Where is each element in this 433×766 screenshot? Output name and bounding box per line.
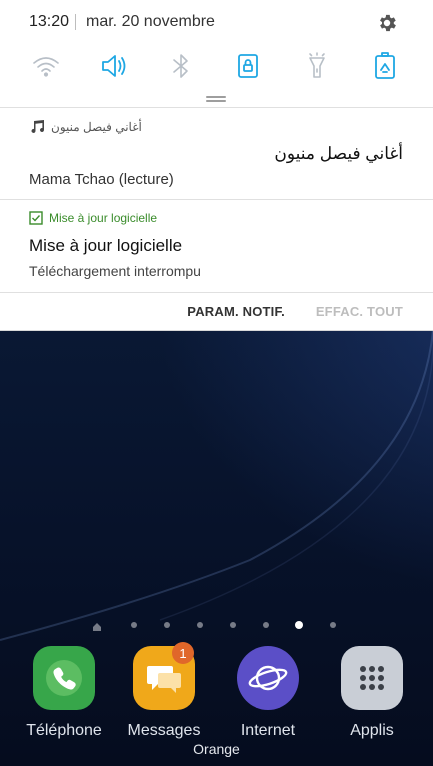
clear-all-button[interactable]: EFFAC. TOUT: [316, 304, 403, 319]
notification-settings-button[interactable]: PARAM. NOTIF.: [187, 304, 285, 319]
dock-label-internet: Internet: [240, 722, 296, 739]
page-dot[interactable]: [230, 622, 236, 628]
page-dot[interactable]: [164, 622, 170, 628]
page-dot[interactable]: [263, 622, 269, 628]
update-subtitle: Téléchargement interrompu: [29, 263, 201, 279]
apps-grid-icon: [341, 646, 403, 710]
dock-app-applis[interactable]: Applis: [330, 646, 410, 746]
music-notification-header: أغاني فيصل منيون: [29, 120, 142, 134]
shade-drag-handle[interactable]: [206, 96, 226, 98]
software-update-notification[interactable]: Mise à jour logicielle Mise à jour logic…: [0, 200, 433, 292]
update-title: Mise à jour logicielle: [29, 236, 183, 255]
shade-status-row: 13:20 mar. 20 novembre: [0, 0, 433, 44]
music-note-icon: [31, 120, 44, 133]
rotation-lock-icon[interactable]: [230, 48, 266, 84]
bluetooth-icon[interactable]: [163, 48, 199, 84]
battery-saving-icon[interactable]: [367, 48, 403, 84]
quick-settings-row: [0, 48, 433, 88]
settings-gear-icon[interactable]: [376, 12, 398, 34]
home-page-indicator-icon[interactable]: [92, 619, 102, 631]
internet-icon: [237, 646, 299, 710]
wifi-icon[interactable]: [28, 48, 64, 84]
music-subtitle: Mama Tchao (lecture): [29, 171, 174, 188]
carrier-name: Orange: [193, 741, 240, 757]
date: mar. 20 novembre: [86, 13, 215, 30]
music-notification[interactable]: أغاني فيصل منيون أغاني فيصل منيون Mama T…: [0, 108, 433, 199]
dock-app-phone[interactable]: Téléphone: [22, 646, 102, 746]
page-dot[interactable]: [197, 622, 203, 628]
dock-label-applis: Applis: [350, 722, 394, 739]
page-dot[interactable]: [131, 622, 137, 628]
clock: 13:20: [29, 13, 70, 30]
page-indicator: [0, 619, 433, 631]
update-notification-header: Mise à jour logicielle: [29, 211, 157, 225]
update-app-name: Mise à jour logicielle: [49, 211, 158, 225]
dock-label-phone: Téléphone: [26, 722, 102, 739]
dock-label-messages: Messages: [127, 722, 201, 739]
flashlight-icon[interactable]: [299, 48, 335, 84]
update-check-icon: [29, 211, 43, 225]
music-app-name: أغاني فيصل منيون: [51, 120, 142, 134]
shade-actions: PARAM. NOTIF. EFFAC. TOUT: [0, 293, 433, 330]
phone-icon: [33, 646, 95, 710]
page-dot[interactable]: [330, 622, 336, 628]
dock-app-internet[interactable]: Internet: [226, 646, 306, 746]
page-dot-active[interactable]: [295, 621, 303, 629]
notification-shade: 13:20 mar. 20 novembre أغاني فيصل منيون …: [0, 0, 433, 331]
messages-unread-badge: 1: [172, 642, 194, 664]
music-title: أغاني فيصل منيون: [274, 144, 403, 163]
status-separator: [75, 14, 76, 30]
speaker-icon[interactable]: [96, 48, 132, 84]
dock-app-messages[interactable]: 1 Messages: [122, 642, 202, 746]
